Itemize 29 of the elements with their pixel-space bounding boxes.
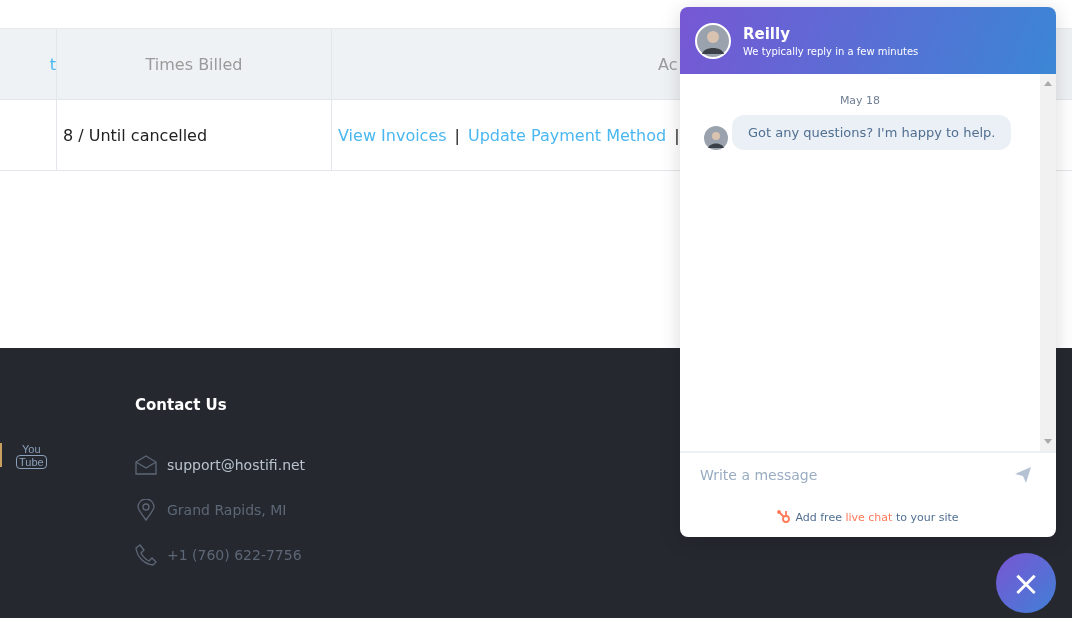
avatar-icon (695, 22, 731, 59)
reply-time-note: We typically reply in a few minutes (743, 45, 919, 57)
scroll-down-arrow-icon[interactable] (1044, 439, 1052, 445)
link-separator: | (674, 125, 680, 145)
promo-text: Add free live chat to your site (795, 510, 959, 524)
column-header: t (49, 54, 56, 74)
live-chat-link[interactable]: live chat (845, 510, 893, 524)
agent-name: Reilly (743, 24, 791, 43)
contact-text: support@hostifi.net (167, 456, 306, 473)
contact-text: Grand Rapids, MI (167, 501, 287, 518)
column-header: Ac (658, 54, 678, 74)
send-icon[interactable] (1014, 466, 1032, 484)
scrollbar[interactable] (1040, 74, 1056, 451)
location-pin-icon (135, 498, 157, 521)
table-link[interactable]: View Invoices (338, 125, 447, 145)
message-bubble: Got any questions? I'm happy to help. (732, 115, 1012, 150)
contact-text: +1 (760) 622-7756 (167, 546, 302, 563)
envelope-icon (135, 454, 157, 475)
scroll-up-arrow-icon[interactable] (1044, 80, 1052, 86)
table-link[interactable]: Update Payment Method (468, 125, 667, 145)
avatar-icon (704, 126, 728, 150)
phone-icon (135, 543, 157, 566)
message-input[interactable]: Write a message (698, 466, 1014, 484)
link-separator: | (454, 125, 460, 145)
table-cell: 8 / Until cancelled (63, 125, 208, 145)
column-header: Times Billed (145, 54, 243, 74)
contact-heading: Contact Us (135, 396, 228, 414)
sprocket-icon (777, 510, 792, 524)
message-date: May 18 (838, 94, 882, 107)
